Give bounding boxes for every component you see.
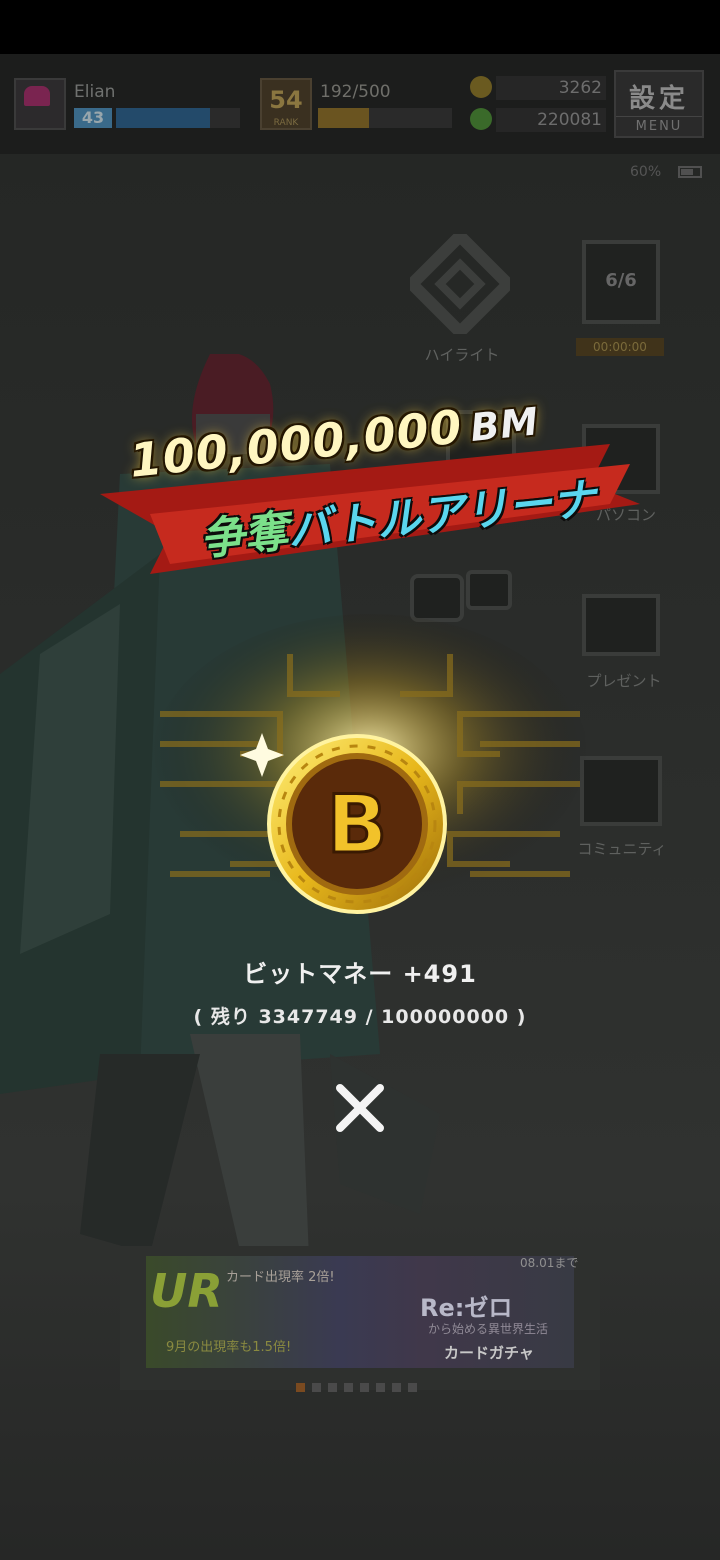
game-screen: Elian 43 54 RANK 192/500 3262 220081 設定 … <box>0 54 720 1560</box>
promo-card-text: カード出現率 2倍! <box>226 1270 335 1285</box>
coin-letter: B <box>327 778 388 871</box>
banner-pagination <box>296 1377 424 1392</box>
pagination-dot[interactable] <box>408 1383 417 1392</box>
pagination-dot[interactable] <box>392 1383 401 1392</box>
remaining-text: ( 残り 3347749 / 100000000 ) <box>193 1006 527 1028</box>
promo-rate-text: 9月の出現率も1.5倍! <box>166 1340 292 1355</box>
pagination-dot[interactable] <box>360 1383 369 1392</box>
reward-text: ビットマネー +491 <box>243 960 477 988</box>
pagination-dot[interactable] <box>296 1383 305 1392</box>
promo-ur-text: UR <box>150 1264 223 1318</box>
pagination-dot[interactable] <box>328 1383 337 1392</box>
system-status-bar <box>0 0 720 54</box>
pagination-dot[interactable] <box>376 1383 385 1392</box>
promo-gacha-text: カードガチャ <box>444 1344 534 1362</box>
pagination-dot[interactable] <box>344 1383 353 1392</box>
bitmoney-coin-graphic: B <box>150 614 590 914</box>
close-icon[interactable] <box>330 1078 390 1138</box>
promo-date-text: 08.01まで <box>520 1256 579 1270</box>
promo-rezero-text: Re:ゼロ <box>420 1294 513 1322</box>
promo-sub-text: から始める異世界生活 <box>428 1322 549 1336</box>
event-unit: BM <box>468 399 542 451</box>
event-subtitle-a: 争奪 <box>197 505 291 566</box>
pagination-dot[interactable] <box>312 1383 321 1392</box>
